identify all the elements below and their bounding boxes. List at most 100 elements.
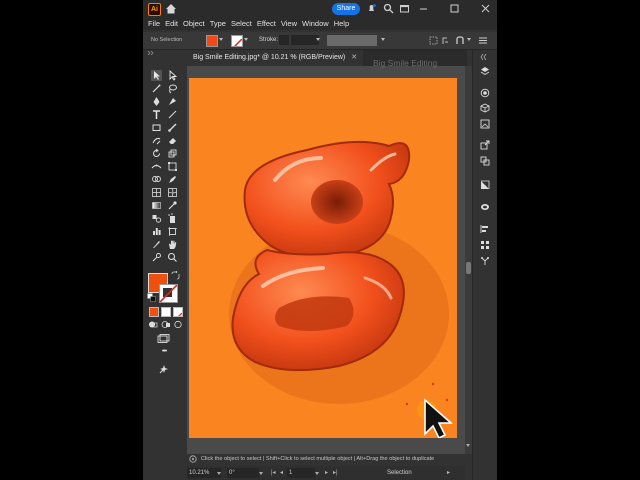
- brushes-panel-icon[interactable]: [480, 202, 490, 212]
- type-tool[interactable]: [151, 109, 162, 120]
- export-asset-panel-icon[interactable]: [480, 140, 490, 150]
- mesh-tool[interactable]: [167, 187, 178, 198]
- shaper-tool[interactable]: [151, 135, 162, 146]
- zoom-dropdown-icon[interactable]: [217, 472, 221, 475]
- stroke-color-swatch[interactable]: [231, 35, 243, 47]
- rotation-field[interactable]: 0°: [227, 468, 259, 478]
- profile-dropdown-icon[interactable]: [381, 38, 385, 41]
- layers-panel-icon[interactable]: [480, 66, 490, 76]
- slice-tool[interactable]: [151, 239, 162, 250]
- eraser-tool[interactable]: [167, 135, 178, 146]
- puppet-warp-icon[interactable]: [158, 364, 169, 375]
- vertical-scrollbar[interactable]: [465, 66, 472, 454]
- hand-tool[interactable]: [167, 239, 178, 250]
- perspective-grid-tool[interactable]: [151, 187, 162, 198]
- rotate-tool[interactable]: [151, 148, 162, 159]
- align-icon[interactable]: [429, 36, 438, 45]
- notifications-icon[interactable]: [366, 3, 377, 14]
- lasso-tool[interactable]: [167, 83, 178, 94]
- document-tab[interactable]: Big Smile Editing.jpg* @ 10.21 % (RGB/Pr…: [187, 50, 364, 66]
- direct-selection-tool[interactable]: [167, 69, 178, 81]
- fill-color-swatch[interactable]: [206, 35, 218, 47]
- stroke-color-box[interactable]: [159, 284, 178, 303]
- close-window-icon[interactable]: [480, 3, 491, 14]
- vertical-scroll-thumb[interactable]: [466, 262, 471, 274]
- 3d-materials-panel-icon[interactable]: [480, 103, 490, 113]
- draw-normal-icon[interactable]: [148, 320, 158, 329]
- window-restore-icon[interactable]: [399, 3, 410, 14]
- paintbrush-tool[interactable]: [167, 122, 178, 133]
- canvas-area[interactable]: [187, 66, 465, 454]
- pen-tool[interactable]: [151, 96, 162, 107]
- stroke-weight-stepper[interactable]: [279, 35, 289, 45]
- symbol-sprayer-tool[interactable]: [167, 213, 178, 224]
- first-artboard-icon[interactable]: |◂: [271, 469, 276, 476]
- curvature-tool[interactable]: [167, 96, 178, 107]
- edit-toolbar-button[interactable]: •••: [156, 348, 172, 355]
- stroke-weight-input[interactable]: [291, 35, 319, 45]
- column-graph-tool[interactable]: [151, 226, 162, 237]
- last-artboard-icon[interactable]: ▸|: [333, 469, 338, 476]
- artboards-panel-icon[interactable]: [480, 156, 490, 166]
- zoom-tool[interactable]: [167, 252, 178, 263]
- menu-window[interactable]: Window: [302, 19, 329, 28]
- artboard[interactable]: [189, 78, 457, 438]
- selection-tool[interactable]: [151, 70, 162, 81]
- scale-tool[interactable]: [167, 148, 178, 159]
- color-mode-button[interactable]: [149, 307, 159, 317]
- search-icon[interactable]: [383, 3, 394, 14]
- print-tiling-tool[interactable]: [151, 252, 162, 263]
- stroke-weight-dropdown-icon[interactable]: [316, 38, 320, 41]
- line-segment-tool[interactable]: [167, 109, 178, 120]
- more-options-dropdown-icon[interactable]: [467, 38, 471, 41]
- eyedropper-tool[interactable]: [167, 200, 178, 211]
- home-icon[interactable]: [165, 3, 177, 14]
- menu-file[interactable]: File: [148, 19, 160, 28]
- menu-help[interactable]: Help: [334, 19, 349, 28]
- swap-fill-stroke-icon[interactable]: [171, 271, 180, 280]
- artboard-number-field[interactable]: 1: [287, 468, 315, 478]
- gradient-tool[interactable]: [151, 200, 162, 211]
- artboard-dropdown-icon[interactable]: [315, 472, 319, 475]
- menu-select[interactable]: Select: [231, 19, 252, 28]
- menu-edit[interactable]: Edit: [165, 19, 178, 28]
- artboard-tool[interactable]: [167, 226, 178, 237]
- align-panel-icon[interactable]: [480, 224, 490, 234]
- rectangle-tool[interactable]: [151, 122, 162, 133]
- menu-effect[interactable]: Effect: [257, 19, 276, 28]
- minimize-icon[interactable]: [418, 3, 429, 14]
- previous-artboard-icon[interactable]: ◂: [280, 469, 283, 476]
- maximize-icon[interactable]: [449, 3, 460, 14]
- status-menu-icon[interactable]: ▸: [447, 469, 450, 476]
- gradient-mode-button[interactable]: [161, 307, 171, 317]
- share-button[interactable]: Share: [332, 3, 360, 15]
- shape-builder-tool[interactable]: [151, 174, 162, 185]
- pathfinder-panel-icon[interactable]: [480, 240, 490, 250]
- recolor-icon[interactable]: [455, 36, 465, 45]
- screen-mode-icon[interactable]: [157, 334, 170, 344]
- scroll-down-arrow-icon[interactable]: [466, 444, 470, 447]
- magic-wand-tool[interactable]: [151, 83, 162, 94]
- bubble-letter-g-artwork[interactable]: [189, 78, 457, 438]
- fill-dropdown-icon[interactable]: [219, 38, 223, 41]
- menu-object[interactable]: Object: [183, 19, 205, 28]
- blend-tool[interactable]: [151, 213, 162, 224]
- width-tool[interactable]: [151, 161, 162, 172]
- default-colors-icon[interactable]: [147, 293, 156, 302]
- panel-menu-icon[interactable]: [478, 36, 488, 45]
- draw-inside-icon[interactable]: [173, 320, 183, 329]
- toolbar-collapse-icon[interactable]: [146, 50, 184, 55]
- draw-behind-icon[interactable]: [161, 320, 171, 329]
- none-mode-button[interactable]: [173, 307, 183, 317]
- live-paint-tool[interactable]: [167, 174, 178, 185]
- next-artboard-icon[interactable]: ▸: [325, 469, 328, 476]
- dock-collapse-icon[interactable]: [480, 52, 490, 62]
- puppet-pins-panel-icon[interactable]: [480, 256, 490, 266]
- appearance-panel-icon[interactable]: [480, 88, 490, 98]
- rotation-dropdown-icon[interactable]: [259, 472, 263, 475]
- variable-width-profile[interactable]: [327, 35, 377, 46]
- transform-icon[interactable]: [441, 36, 450, 45]
- image-trace-panel-icon[interactable]: [480, 119, 490, 129]
- swatches-panel-icon[interactable]: [480, 180, 490, 190]
- zoom-level-field[interactable]: 10.21%: [187, 468, 221, 478]
